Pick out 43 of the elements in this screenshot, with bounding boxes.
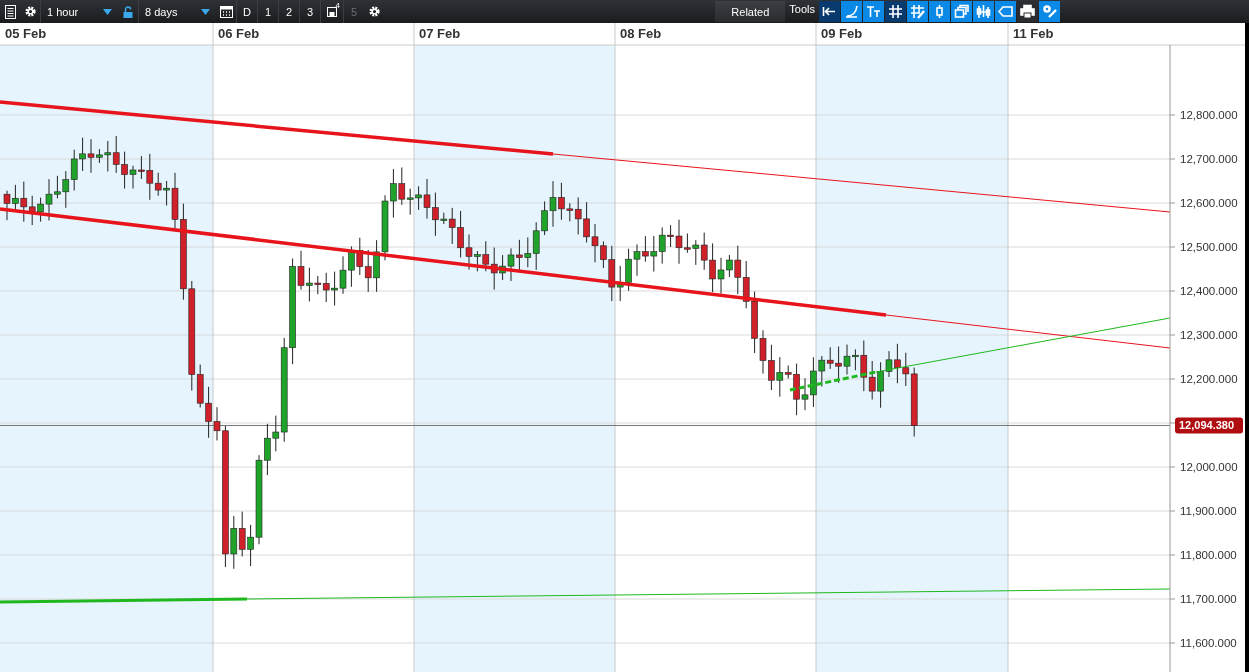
- pencil-grid-icon: [910, 4, 925, 19]
- price-axis-label: 12,800.000: [1180, 109, 1238, 121]
- calendar-icon[interactable]: [219, 5, 233, 18]
- lock-icon[interactable]: [123, 5, 133, 18]
- tools-label: Tools: [788, 2, 816, 15]
- price-axis-label: 12,600.000: [1180, 197, 1238, 209]
- report-icon[interactable]: [4, 4, 16, 19]
- settings-icon[interactable]: [367, 5, 381, 18]
- price-axis-label: 11,900.000: [1180, 505, 1237, 517]
- settings-icon[interactable]: [23, 5, 37, 18]
- price-axis-label: 12,400.000: [1180, 285, 1238, 297]
- tool-button[interactable]: [1017, 1, 1038, 22]
- date-label: 06 Feb: [218, 26, 260, 41]
- price-axis-label: 11,600.000: [1180, 637, 1237, 649]
- price-axis-label: 12,500.000: [1180, 241, 1238, 253]
- caret-icon: [201, 8, 210, 15]
- price-axis-label: 11,700.000: [1180, 593, 1237, 605]
- price-axis-label: 12,300.000: [1180, 329, 1238, 341]
- gear-pencil-icon: [1042, 4, 1057, 19]
- caret-icon: [103, 8, 112, 15]
- back-arrow-icon: [822, 4, 837, 19]
- date-label: 08 Feb: [620, 26, 662, 41]
- save-icon: [327, 6, 337, 17]
- grid-icon: [888, 4, 903, 19]
- slot-number: 4: [335, 1, 340, 10]
- related-button[interactable]: Related: [715, 1, 786, 22]
- price-axis-label: 12,000.000: [1180, 461, 1238, 473]
- date-label: 09 Feb: [821, 26, 863, 41]
- curve-icon: [844, 4, 859, 19]
- windows-icon: [954, 4, 969, 19]
- date-label: 11 Feb: [1013, 26, 1054, 41]
- current-price-badge: 12,094.380: [1175, 417, 1243, 434]
- price-axis-label: 12,700.000: [1180, 153, 1238, 165]
- price-axis-label: 11,800.000: [1180, 549, 1237, 561]
- candlesticks-icon: [976, 4, 991, 19]
- tag-icon: [998, 4, 1013, 19]
- price-axis-label: 12,200.000: [1180, 373, 1238, 385]
- text-tool-icon: [866, 4, 881, 19]
- printer-icon: [1020, 4, 1035, 19]
- tool-button[interactable]: [885, 1, 906, 22]
- tool-button[interactable]: [819, 1, 840, 22]
- date-label: 07 Feb: [419, 26, 461, 41]
- date-label: 05 Feb: [5, 26, 47, 41]
